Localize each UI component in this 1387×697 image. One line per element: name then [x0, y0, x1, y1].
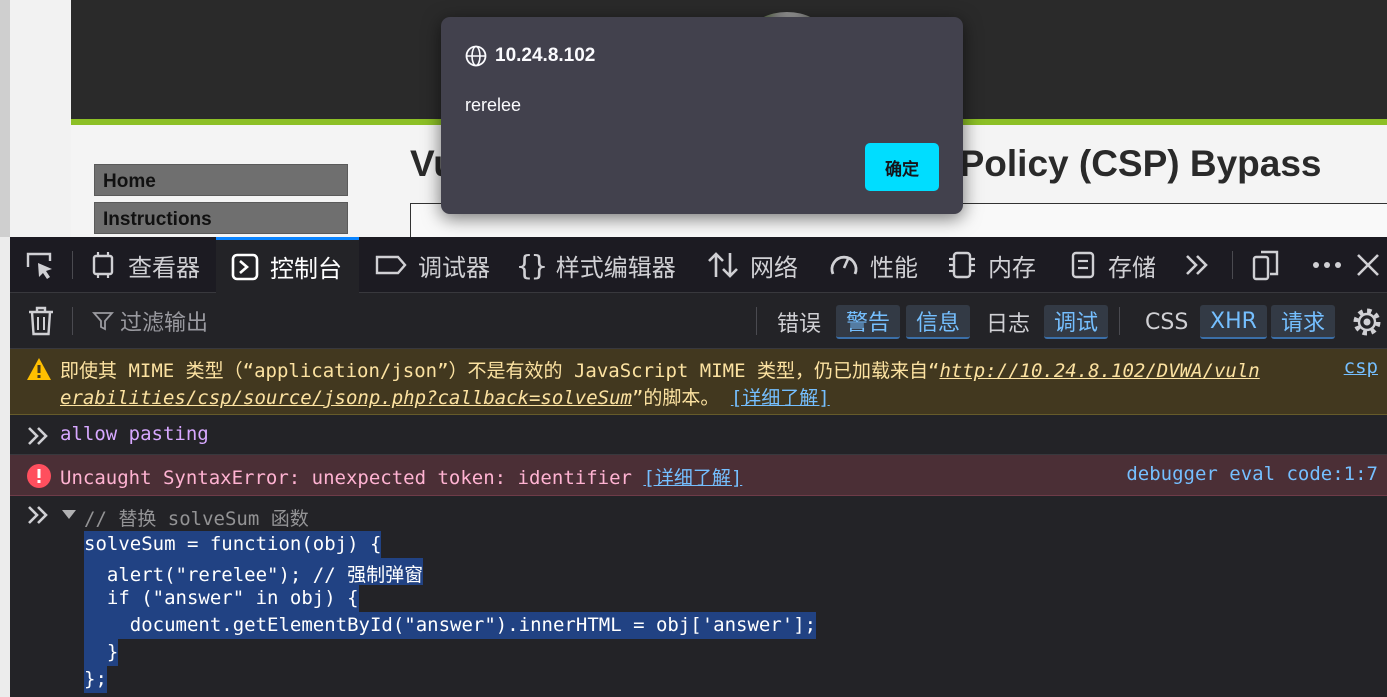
- console-warning-message: 即使其 MIME 类型（“application/json”）不是有效的 Jav…: [10, 349, 1387, 415]
- warning-url-link-cont[interactable]: erabilities/csp/source/jsonp.php?callbac…: [60, 387, 632, 409]
- level-errors-toggle[interactable]: 错误: [767, 305, 831, 339]
- more-tabs-button[interactable]: [1182, 237, 1212, 293]
- expand-triangle-icon[interactable]: [62, 510, 76, 519]
- console-filter-bar: 过滤输出 错误 警告 信息 日志 调试 CSS XHR 请求: [10, 293, 1387, 349]
- tab-debugger[interactable]: 调试器: [374, 237, 490, 293]
- level-info-toggle[interactable]: 信息: [906, 305, 971, 339]
- tab-label: 样式编辑器: [555, 253, 676, 282]
- xhr-toggle[interactable]: XHR: [1200, 305, 1267, 339]
- tab-style-editor[interactable]: {} 样式编辑器: [516, 237, 676, 293]
- page-left-strip: [0, 0, 10, 237]
- learn-more-link[interactable]: [详细了解]: [643, 467, 742, 489]
- inspector-icon: [92, 252, 114, 278]
- console-error-message: Uncaught SyntaxError: unexpected token: …: [10, 455, 1387, 496]
- tab-label: 内存: [988, 253, 1036, 282]
- filter-placeholder: 过滤输出: [120, 311, 209, 336]
- globe-icon: [465, 45, 487, 67]
- double-chevron-icon: [28, 506, 48, 524]
- code-line: document.getElementById("answer").innerH…: [84, 612, 817, 639]
- tab-storage[interactable]: 存储: [1068, 237, 1156, 293]
- gear-icon: [1353, 308, 1381, 336]
- warning-icon: [27, 358, 51, 380]
- console-input-entry: // 替换 solveSum 函数 solveSum = function(ob…: [10, 496, 1387, 697]
- learn-more-link[interactable]: [详细了解]: [731, 387, 830, 409]
- alert-origin-text: 10.24.8.102: [495, 45, 596, 66]
- memory-icon: [949, 251, 975, 279]
- error-source-link[interactable]: debugger eval code:1:7: [1126, 463, 1378, 485]
- code-line: }: [84, 639, 119, 666]
- code-line: };: [84, 666, 107, 693]
- css-toggle[interactable]: CSS: [1135, 305, 1198, 339]
- level-warnings-toggle[interactable]: 警告: [836, 305, 901, 339]
- element-picker-button[interactable]: [24, 237, 56, 293]
- console-input-text: allow pasting: [60, 423, 209, 445]
- code-comment: // 替换 solveSum 函数: [84, 508, 309, 530]
- performance-icon: [830, 255, 858, 275]
- tab-label: 存储: [1108, 253, 1156, 282]
- tab-label: 控制台: [270, 255, 342, 283]
- style-editor-icon: {}: [516, 248, 548, 282]
- page-gutter: [10, 0, 71, 237]
- tab-label: 性能: [870, 253, 918, 282]
- console-settings-button[interactable]: [1350, 305, 1384, 343]
- element-picker-icon: [26, 252, 52, 279]
- alert-ok-button[interactable]: 确定: [865, 143, 939, 191]
- code-line: if ("answer" in obj) {: [84, 585, 359, 612]
- console-input-entry: allow pasting: [10, 415, 1387, 455]
- tab-performance[interactable]: 性能: [828, 237, 918, 293]
- close-devtools-button[interactable]: [1355, 237, 1381, 293]
- clear-console-button[interactable]: [26, 305, 56, 341]
- warning-text-line2: erabilities/csp/source/jsonp.php?callbac…: [60, 387, 830, 409]
- filter-icon: [92, 312, 114, 331]
- options-menu-button[interactable]: [1310, 237, 1344, 293]
- debugger-icon: [375, 255, 407, 275]
- console-icon: [231, 253, 259, 280]
- warning-url-link[interactable]: http://10.24.8.102/DVWA/vuln: [939, 360, 1259, 382]
- alert-origin: 10.24.8.102: [465, 43, 595, 69]
- double-chevron-icon: [1186, 255, 1208, 275]
- close-icon: [1357, 254, 1379, 276]
- responsive-design-button[interactable]: [1250, 237, 1282, 293]
- level-logs-toggle[interactable]: 日志: [976, 305, 1040, 339]
- tab-network[interactable]: 网络: [706, 237, 798, 293]
- window-edge: [0, 237, 10, 697]
- filter-output-input[interactable]: 过滤输出: [92, 305, 208, 337]
- warning-source-link[interactable]: csp: [1344, 356, 1378, 378]
- more-icon: [1313, 262, 1341, 268]
- alert-dialog: 10.24.8.102 rerelee 确定: [441, 17, 963, 214]
- tab-label: 查看器: [128, 253, 200, 282]
- double-chevron-icon: [28, 427, 48, 445]
- tab-label: 调试器: [418, 253, 490, 282]
- trash-icon: [29, 306, 53, 336]
- level-debug-toggle[interactable]: 调试: [1044, 305, 1109, 339]
- warning-text-line1: 即使其 MIME 类型（“application/json”）不是有效的 Jav…: [60, 360, 1260, 382]
- network-icon: [708, 252, 738, 278]
- tab-memory[interactable]: 内存: [946, 237, 1036, 293]
- error-icon: [27, 464, 51, 488]
- error-text: Uncaught SyntaxError: unexpected token: …: [60, 467, 743, 489]
- tab-label: 网络: [750, 253, 798, 282]
- tab-console[interactable]: 控制台: [216, 237, 359, 293]
- requests-toggle[interactable]: 请求: [1271, 305, 1336, 339]
- tab-inspector[interactable]: 查看器: [88, 237, 200, 293]
- responsive-design-icon: [1252, 250, 1279, 281]
- devtools-toolbar: 查看器 控制台 调试器 {} 样式编辑器 网络 性能 内存 存储: [10, 237, 1387, 293]
- devtools-panel: 查看器 控制台 调试器 {} 样式编辑器 网络 性能 内存 存储 过滤输出 错误…: [0, 237, 1387, 697]
- code-line: alert("rerelee"); // 强制弹窗: [84, 558, 424, 586]
- alert-message: rerelee: [465, 95, 522, 115]
- storage-icon: [1071, 251, 1095, 279]
- menu-item-instructions[interactable]: Instructions: [94, 202, 348, 234]
- menu-item-home[interactable]: Home: [94, 164, 348, 196]
- code-line: solveSum = function(obj) {: [84, 531, 382, 558]
